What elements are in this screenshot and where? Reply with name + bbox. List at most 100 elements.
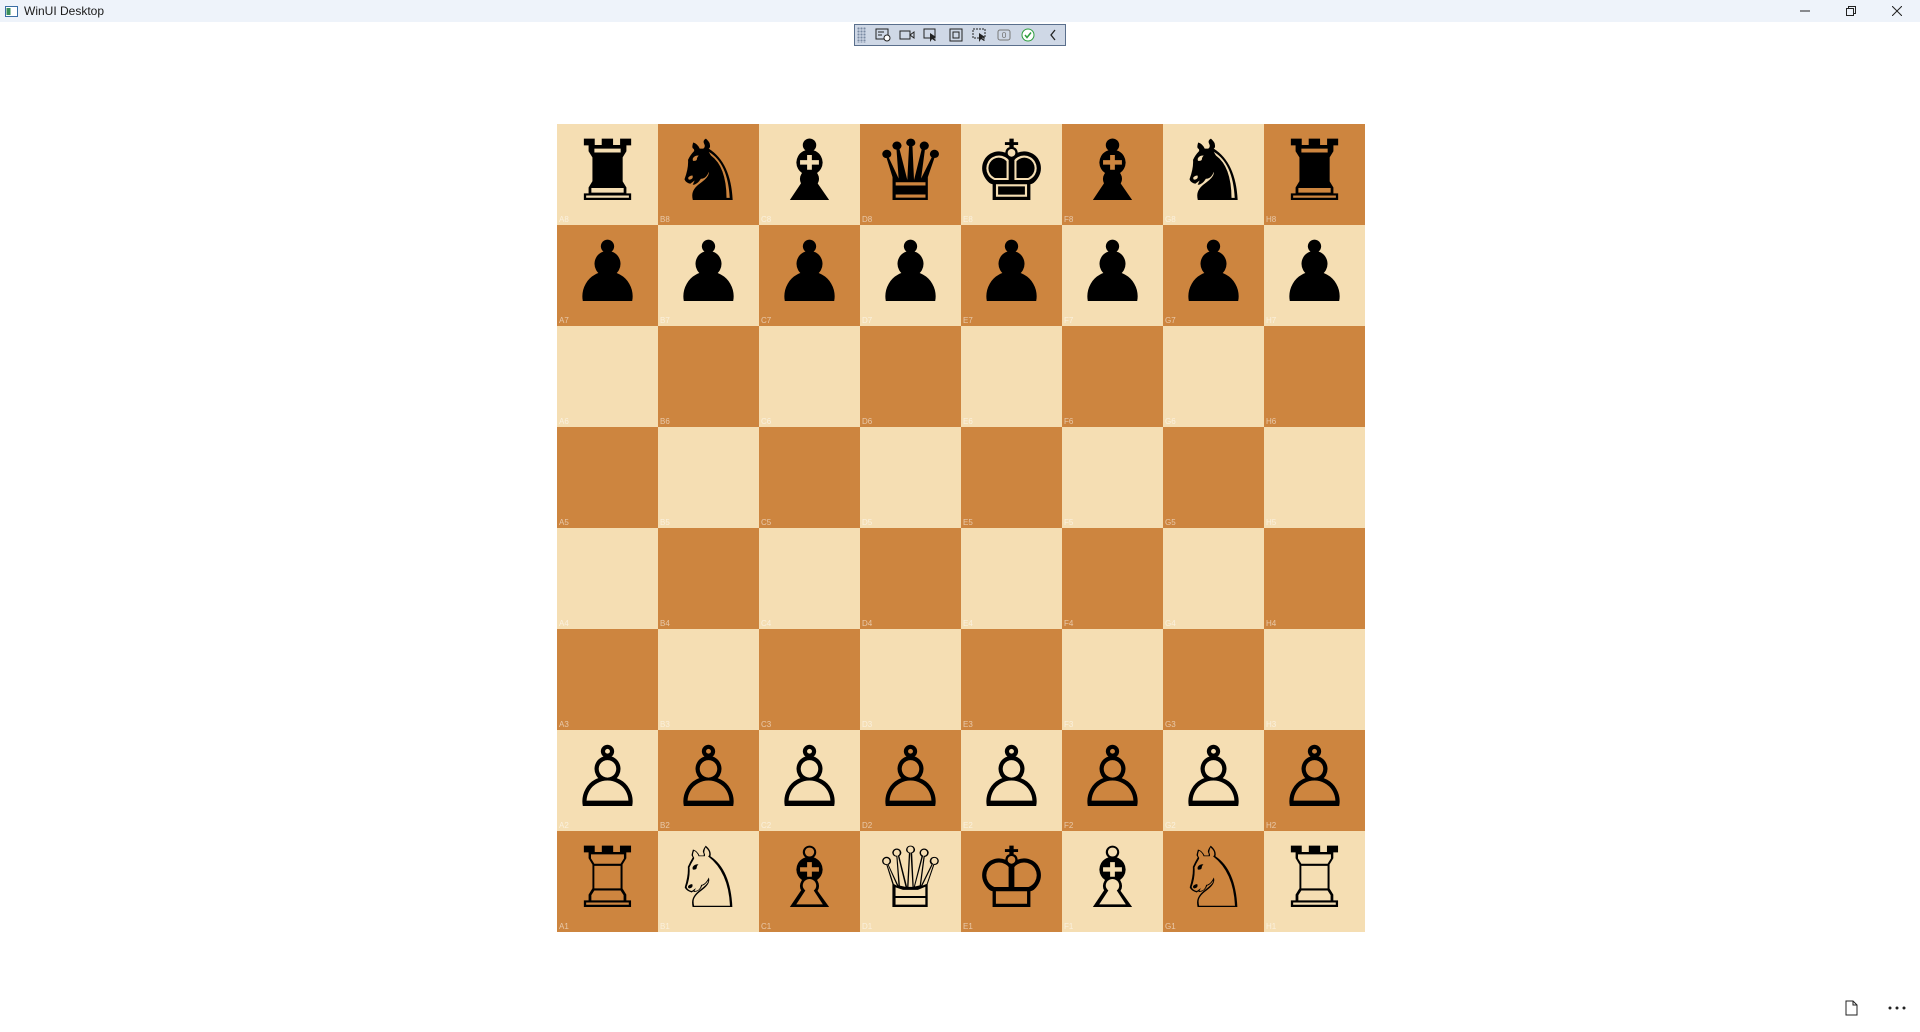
square-d4[interactable]: D4 (860, 528, 961, 629)
chess-piece[interactable]: ♖ (1277, 836, 1352, 920)
square-a1[interactable]: ♖ A1 (557, 831, 658, 932)
square-e1[interactable]: ♔ E1 (961, 831, 1062, 932)
square-b7[interactable]: ♟ B7 (658, 225, 759, 326)
chess-piece[interactable]: ♙ (1176, 735, 1251, 819)
chess-piece[interactable]: ♟ (671, 230, 746, 314)
chess-piece[interactable]: ♟ (1075, 230, 1150, 314)
square-a3[interactable]: A3 (557, 629, 658, 730)
square-a5[interactable]: A5 (557, 427, 658, 528)
accessibility-check-button[interactable] (1016, 25, 1040, 45)
track-focus-button[interactable] (968, 25, 992, 45)
chess-piece[interactable]: ♟ (873, 230, 948, 314)
square-h6[interactable]: H6 (1264, 326, 1365, 427)
square-c2[interactable]: ♙ C2 (759, 730, 860, 831)
square-c8[interactable]: ♝ C8 (759, 124, 860, 225)
chess-piece[interactable]: ♖ (570, 836, 645, 920)
square-b5[interactable]: B5 (658, 427, 759, 528)
chess-piece[interactable]: ♕ (873, 836, 948, 920)
toolbar-grip-handle[interactable] (857, 27, 867, 43)
square-h5[interactable]: H5 (1264, 427, 1365, 528)
chess-piece[interactable]: ♘ (671, 836, 746, 920)
square-b3[interactable]: B3 (658, 629, 759, 730)
square-d5[interactable]: D5 (860, 427, 961, 528)
square-e3[interactable]: E3 (961, 629, 1062, 730)
square-g8[interactable]: ♞ G8 (1163, 124, 1264, 225)
collapse-toolbar-button[interactable] (1041, 25, 1065, 45)
square-f6[interactable]: F6 (1062, 326, 1163, 427)
square-h2[interactable]: ♙ H2 (1264, 730, 1365, 831)
display-layout-button[interactable] (943, 25, 967, 45)
square-a2[interactable]: ♙ A2 (557, 730, 658, 831)
restore-button[interactable] (1828, 0, 1874, 22)
square-c1[interactable]: ♗ C1 (759, 831, 860, 932)
square-f1[interactable]: ♗ F1 (1062, 831, 1163, 932)
chess-piece[interactable]: ♞ (671, 129, 746, 213)
square-e7[interactable]: ♟ E7 (961, 225, 1062, 326)
chess-piece[interactable]: ♔ (974, 836, 1049, 920)
square-f8[interactable]: ♝ F8 (1062, 124, 1163, 225)
chess-piece[interactable]: ♞ (1176, 129, 1251, 213)
square-f4[interactable]: F4 (1062, 528, 1163, 629)
chess-piece[interactable]: ♗ (1075, 836, 1150, 920)
square-b2[interactable]: ♙ B2 (658, 730, 759, 831)
chess-piece[interactable]: ♟ (974, 230, 1049, 314)
chess-piece[interactable]: ♚ (974, 129, 1049, 213)
square-g1[interactable]: ♘ G1 (1163, 831, 1264, 932)
square-c3[interactable]: C3 (759, 629, 860, 730)
select-element-button[interactable] (919, 25, 943, 45)
square-b8[interactable]: ♞ B8 (658, 124, 759, 225)
close-button[interactable] (1874, 0, 1920, 22)
record-button[interactable] (895, 25, 919, 45)
square-d7[interactable]: ♟ D7 (860, 225, 961, 326)
square-c5[interactable]: C5 (759, 427, 860, 528)
square-d8[interactable]: ♛ D8 (860, 124, 961, 225)
square-g3[interactable]: G3 (1163, 629, 1264, 730)
square-h1[interactable]: ♖ H1 (1264, 831, 1365, 932)
square-a7[interactable]: ♟ A7 (557, 225, 658, 326)
square-h4[interactable]: H4 (1264, 528, 1365, 629)
chess-piece[interactable]: ♗ (772, 836, 847, 920)
square-b4[interactable]: B4 (658, 528, 759, 629)
chess-piece[interactable]: ♝ (1075, 129, 1150, 213)
chess-piece[interactable]: ♙ (873, 735, 948, 819)
square-g4[interactable]: G4 (1163, 528, 1264, 629)
square-e6[interactable]: E6 (961, 326, 1062, 427)
square-h3[interactable]: H3 (1264, 629, 1365, 730)
chess-piece[interactable]: ♛ (873, 129, 948, 213)
binding-failures-button[interactable]: 0 (992, 25, 1016, 45)
square-c6[interactable]: C6 (759, 326, 860, 427)
square-d2[interactable]: ♙ D2 (860, 730, 961, 831)
square-f7[interactable]: ♟ F7 (1062, 225, 1163, 326)
square-f2[interactable]: ♙ F2 (1062, 730, 1163, 831)
chess-piece[interactable]: ♙ (1075, 735, 1150, 819)
page-button[interactable] (1828, 988, 1874, 1028)
square-g2[interactable]: ♙ G2 (1163, 730, 1264, 831)
chess-piece[interactable]: ♟ (570, 230, 645, 314)
chess-piece[interactable]: ♝ (772, 129, 847, 213)
square-c7[interactable]: ♟ C7 (759, 225, 860, 326)
square-g7[interactable]: ♟ G7 (1163, 225, 1264, 326)
square-e8[interactable]: ♚ E8 (961, 124, 1062, 225)
square-e2[interactable]: ♙ E2 (961, 730, 1062, 831)
square-b6[interactable]: B6 (658, 326, 759, 427)
square-h8[interactable]: ♜ H8 (1264, 124, 1365, 225)
more-options-button[interactable] (1874, 988, 1920, 1028)
square-e5[interactable]: E5 (961, 427, 1062, 528)
square-e4[interactable]: E4 (961, 528, 1062, 629)
chess-piece[interactable]: ♜ (570, 129, 645, 213)
square-g6[interactable]: G6 (1163, 326, 1264, 427)
square-b1[interactable]: ♘ B1 (658, 831, 759, 932)
square-f5[interactable]: F5 (1062, 427, 1163, 528)
chess-piece[interactable]: ♟ (1176, 230, 1251, 314)
square-a4[interactable]: A4 (557, 528, 658, 629)
square-f3[interactable]: F3 (1062, 629, 1163, 730)
chess-piece[interactable]: ♙ (570, 735, 645, 819)
square-a8[interactable]: ♜ A8 (557, 124, 658, 225)
square-a6[interactable]: A6 (557, 326, 658, 427)
square-h7[interactable]: ♟ H7 (1264, 225, 1365, 326)
chess-piece[interactable]: ♙ (1277, 735, 1352, 819)
chess-piece[interactable]: ♙ (974, 735, 1049, 819)
square-d3[interactable]: D3 (860, 629, 961, 730)
square-d1[interactable]: ♕ D1 (860, 831, 961, 932)
chess-piece[interactable]: ♜ (1277, 129, 1352, 213)
